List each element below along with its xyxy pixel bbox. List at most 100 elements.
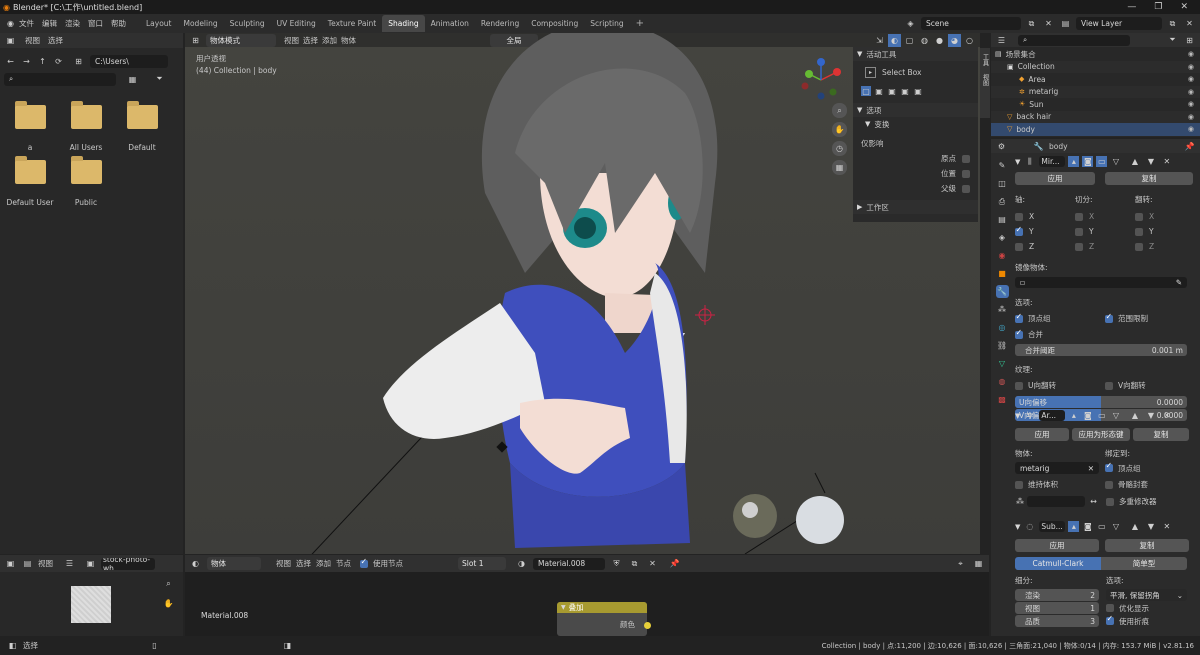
apply-button[interactable]: 应用 [1015,539,1099,552]
scene-icon[interactable]: ◈ [904,17,917,30]
object-tab-icon[interactable]: ■ [996,267,1009,280]
workspace-tab[interactable]: Modeling [178,15,224,32]
clear-icon[interactable]: ✕ [1088,464,1094,473]
axis-z-checkbox[interactable] [1015,242,1023,251]
visibility-eye-icon[interactable]: ◉ [1188,63,1194,71]
view-layer-tab-icon[interactable]: ▤ [996,213,1009,226]
add-workspace-icon[interactable]: + [636,18,644,29]
pan-hand-icon[interactable]: ✋ [832,122,847,137]
visibility-eye-icon[interactable]: ◉ [1188,88,1194,96]
workspace-tab[interactable]: Compositing [525,15,584,32]
menu-view[interactable]: 视图 [38,558,53,569]
parent-dir-icon[interactable]: ↑ [36,55,49,68]
workspace-tab[interactable]: Animation [425,15,475,32]
mode-subtract-icon[interactable]: ▣ [887,86,897,96]
workspace-tab[interactable]: Rendering [475,15,525,32]
fake-user-icon[interactable]: ⛨ [610,557,623,570]
editor-type-icon[interactable]: ⚙ [995,140,1008,153]
main-menu-item[interactable]: 渲染 [65,18,80,29]
camera-render-icon[interactable]: ◙ [1082,410,1094,421]
main-menu-item[interactable]: 文件 [19,18,34,29]
view-layer-copy-icon[interactable]: ⧉ [1166,17,1179,30]
scene-copy-icon[interactable]: ⧉ [1025,17,1038,30]
new-folder-icon[interactable]: ⊞ [72,55,85,68]
main-menu-item[interactable]: 编辑 [42,18,57,29]
mode-extend-icon[interactable]: ▣ [874,86,884,96]
path-field[interactable]: C:\Users\ [90,54,168,68]
copy-button[interactable]: 复制 [1133,428,1189,441]
visibility-eye-icon[interactable]: ◉ [1188,125,1194,133]
view-layer-remove-icon[interactable]: ✕ [1183,17,1196,30]
world-tab-icon[interactable]: ◉ [996,249,1009,262]
search-input[interactable]: ⌕ [4,72,116,86]
smooth-uv-dropdown[interactable]: 平滑, 保留拐角 ⌄ [1106,589,1187,601]
editor-type-icon[interactable]: ▣ [4,557,17,570]
apply-button[interactable]: 应用 [1015,428,1069,441]
mode-invert-icon[interactable]: ▣ [900,86,910,96]
filter-icon[interactable]: ⏷ [1166,34,1179,47]
maximize-button[interactable]: ❐ [1154,2,1162,12]
outliner-item[interactable]: ◆ Area ◉ [991,73,1200,86]
forward-arrow-icon[interactable]: → [20,55,33,68]
simple-button[interactable]: 简单型 [1101,557,1187,570]
realtime-icon[interactable]: ▭ [1096,156,1108,167]
vertex-groups-checkbox[interactable] [1015,312,1023,323]
mode-set-icon[interactable]: ▢ [861,86,871,96]
view-layer-icon[interactable]: ▤ [1059,17,1072,30]
on-cage-icon[interactable]: ▽ [1110,521,1121,532]
3d-viewport[interactable]: ⊞ 物体模式 视图 选择 添加 物体 全局 ⊙ ⌇ ◎ ⇲ ◐ ▢ ◍ ● ◕ … [185,33,980,554]
parent-checkbox[interactable] [962,184,970,193]
pin-icon[interactable]: 📌 [1183,140,1196,153]
workspace-header[interactable]: 工作区 [866,202,889,213]
invert-icon[interactable]: ↔ [1087,495,1100,508]
move-up-icon[interactable]: ▲ [1128,520,1141,533]
workspace-tab[interactable]: Sculpting [224,15,271,32]
folder-item[interactable]: a [2,101,58,152]
flip-z-checkbox[interactable] [1135,242,1143,251]
image-browse-icon[interactable]: ▣ [84,557,97,570]
snap-icon[interactable]: ⌖ [954,557,967,570]
move-down-icon[interactable]: ▼ [1144,409,1157,422]
outliner-item[interactable]: ▣ Collection ◉ [991,60,1200,73]
move-up-icon[interactable]: ▲ [1128,409,1141,422]
minimize-button[interactable]: — [1127,2,1136,12]
output-socket-icon[interactable] [644,622,651,629]
shader-type-dropdown[interactable]: 物体 [207,557,261,570]
slot-dropdown[interactable]: Slot 1 [458,557,506,570]
apply-as-shape-button[interactable]: 应用为形态键 [1072,428,1130,441]
outliner-item[interactable]: ▽ back hair ◉ [991,110,1200,123]
location-checkbox[interactable] [962,169,970,178]
viewport-levels-field[interactable]: 视图 1 [1015,602,1099,614]
eyedropper-icon[interactable]: ✎ [1176,278,1182,287]
hamburger-icon[interactable]: ☰ [63,557,76,570]
backdrop-icon[interactable]: ▦ [972,557,985,570]
image-mode-icon[interactable]: ▤ [21,557,34,570]
material-tab-icon[interactable]: ◍ [996,375,1009,388]
outliner-item[interactable]: ☀ Sun ◉ [991,98,1200,111]
active-tool-header[interactable]: 活动工具 [866,49,896,60]
edit-mode-icon[interactable]: ▴ [1068,156,1080,167]
main-menu-item[interactable]: 帮助 [111,18,126,29]
bind-vertex-groups-checkbox[interactable] [1105,461,1113,472]
scene-field[interactable]: Scene [921,17,1021,30]
data-tab-icon[interactable]: ▽ [996,357,1009,370]
unlink-material-icon[interactable]: ✕ [646,557,659,570]
camera-render-icon[interactable]: ◙ [1082,156,1094,167]
visibility-eye-icon[interactable]: ◉ [1188,50,1194,58]
u-offset-field[interactable]: U向偏移 0.0000 [1015,396,1187,408]
copy-button[interactable]: 复制 [1105,539,1189,552]
mode-intersect-icon[interactable]: ▣ [913,86,923,96]
mirror-name-field[interactable]: Mir... [1039,156,1066,167]
material-browse-icon[interactable]: ◑ [515,557,528,570]
remove-modifier-icon[interactable]: ✕ [1160,520,1173,533]
bone-envelopes-checkbox[interactable] [1105,480,1113,489]
menu-select[interactable]: 选择 [48,35,63,46]
close-button[interactable]: ✕ [1180,2,1188,12]
workspace-tab[interactable]: Scripting [584,15,629,32]
camera-icon[interactable]: ◷ [832,141,847,156]
physics-tab-icon[interactable]: ◎ [996,321,1009,334]
new-collection-icon[interactable]: ⊞ [1183,34,1196,47]
v-flip-checkbox[interactable] [1105,381,1113,390]
axis-x-checkbox[interactable] [1015,212,1023,221]
particles-tab-icon[interactable]: ⁂ [996,303,1009,316]
